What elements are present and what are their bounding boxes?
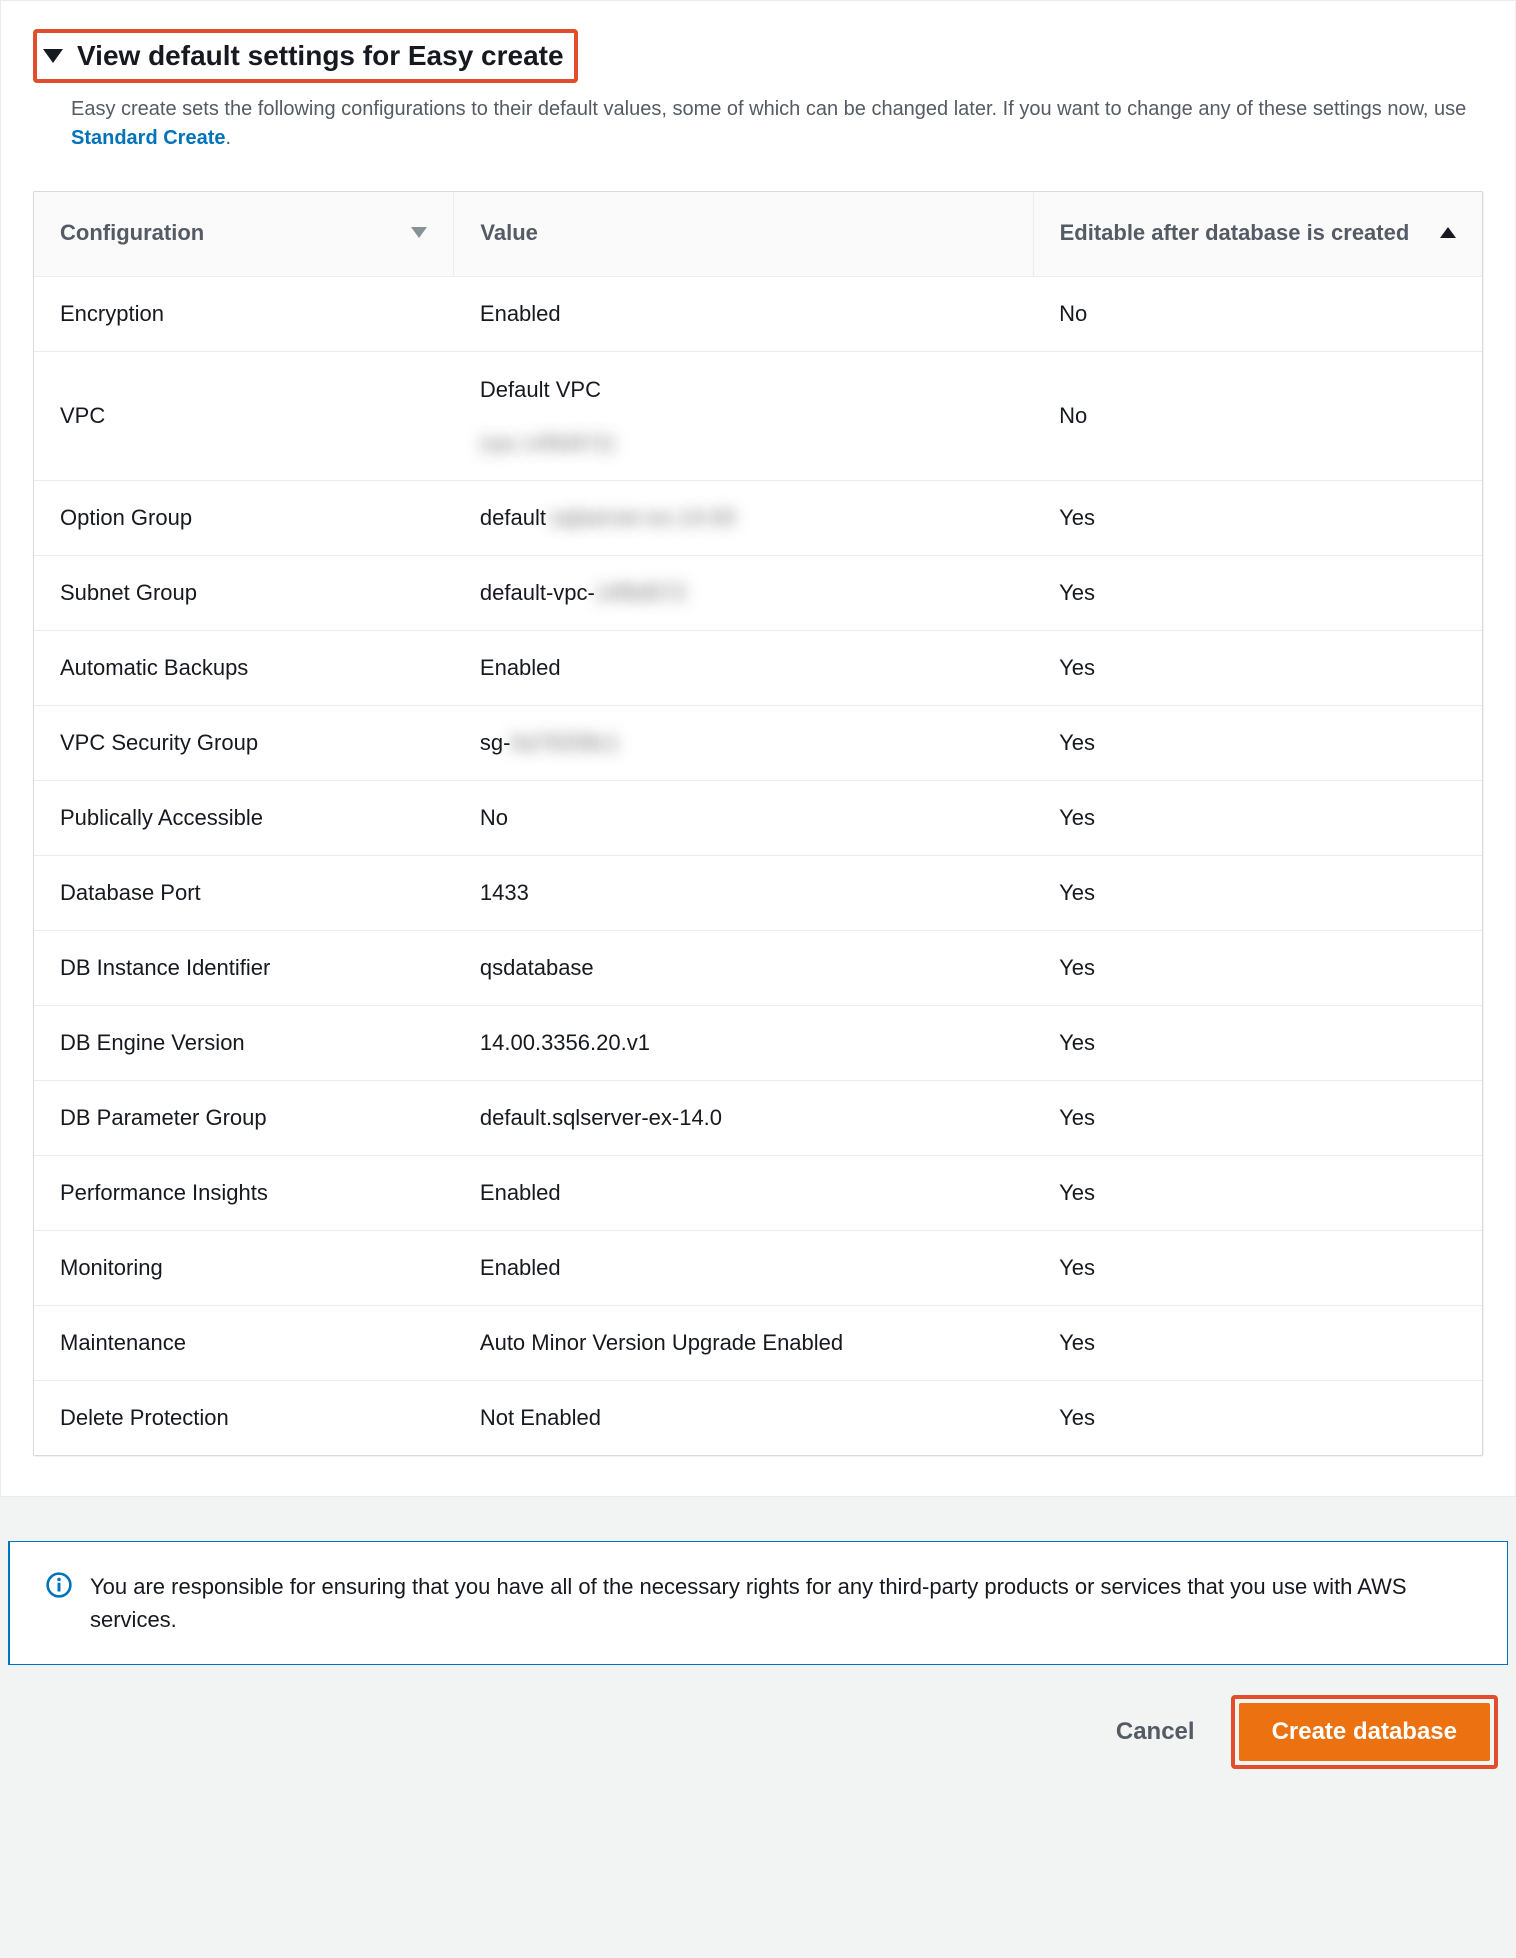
editable-cell: Yes (1033, 1381, 1482, 1456)
editable-cell: Yes (1033, 1081, 1482, 1156)
value-text: default-vpc- (480, 580, 595, 605)
expander-description: Easy create sets the following configura… (1, 91, 1515, 171)
editable-cell: Yes (1033, 1231, 1482, 1306)
table-row: VPC Default VPC (vpc-14f6d572) No (34, 351, 1482, 481)
table-row: EncryptionEnabledNo (34, 276, 1482, 351)
subtext-prefix: Easy create sets the following configura… (71, 98, 1466, 120)
table-row: Delete ProtectionNot EnabledYes (34, 1381, 1482, 1456)
config-cell: DB Instance Identifier (34, 931, 454, 1006)
table-row: MonitoringEnabledYes (34, 1231, 1482, 1306)
expander-toggle[interactable]: View default settings for Easy create (33, 29, 1483, 83)
caret-down-icon (43, 49, 63, 63)
col-header-editable[interactable]: Editable after database is created (1033, 192, 1482, 277)
config-cell: Automatic Backups (34, 631, 454, 706)
easy-create-settings-panel: View default settings for Easy create Ea… (0, 0, 1516, 1497)
value-cell: No (454, 781, 1033, 856)
subtext-suffix: . (226, 127, 232, 149)
value-cell: Enabled (454, 631, 1033, 706)
value-cell: Default VPC (vpc-14f6d572) (454, 351, 1033, 481)
value-cell: Auto Minor Version Upgrade Enabled (454, 1306, 1033, 1381)
col-header-value-label: Value (480, 220, 537, 246)
table-row: VPC Security Groupsg-0a79208c1Yes (34, 706, 1482, 781)
settings-table: Configuration Value Editable after data (34, 192, 1482, 1456)
config-cell: Delete Protection (34, 1381, 454, 1456)
editable-cell: Yes (1033, 781, 1482, 856)
value-cell: default-vpc-14f6d572 (454, 556, 1033, 631)
footer-actions: Cancel Create database (0, 1665, 1516, 1799)
table-row: DB Engine Version14.00.3356.20.v1Yes (34, 1006, 1482, 1081)
config-cell: Database Port (34, 856, 454, 931)
value-cell: 1433 (454, 856, 1033, 931)
config-cell: VPC (34, 351, 454, 481)
editable-cell: Yes (1033, 556, 1482, 631)
col-header-configuration-label: Configuration (60, 220, 204, 246)
table-row: Publically AccessibleNoYes (34, 781, 1482, 856)
value-text: Default VPC (480, 376, 1007, 405)
config-cell: Maintenance (34, 1306, 454, 1381)
config-cell: Publically Accessible (34, 781, 454, 856)
col-header-editable-label: Editable after database is created (1060, 220, 1410, 246)
value-cell: Enabled (454, 1156, 1033, 1231)
editable-cell: No (1033, 351, 1482, 481)
settings-table-card: Configuration Value Editable after data (33, 191, 1483, 1457)
responsibility-info-box: You are responsible for ensuring that yo… (8, 1541, 1508, 1665)
value-cell: default.sqlserver-ex-14.0 (454, 1081, 1033, 1156)
config-cell: Performance Insights (34, 1156, 454, 1231)
editable-cell: Yes (1033, 1156, 1482, 1231)
editable-cell: Yes (1033, 481, 1482, 556)
col-header-value[interactable]: Value (454, 192, 1033, 277)
value-cell: Not Enabled (454, 1381, 1033, 1456)
value-cell: Enabled (454, 276, 1033, 351)
config-cell: VPC Security Group (34, 706, 454, 781)
info-text: You are responsible for ensuring that yo… (90, 1570, 1475, 1636)
info-icon (46, 1572, 72, 1598)
table-row: Subnet Groupdefault-vpc-14f6d572Yes (34, 556, 1482, 631)
editable-cell: Yes (1033, 1006, 1482, 1081)
value-cell: qsdatabase (454, 931, 1033, 1006)
config-cell: Encryption (34, 276, 454, 351)
value-text: default (480, 505, 546, 530)
table-row: Performance InsightsEnabledYes (34, 1156, 1482, 1231)
table-row: Option Groupdefault:sqlserver-ex-14-00Ye… (34, 481, 1482, 556)
editable-cell: No (1033, 276, 1482, 351)
value-sub-text: 0a79208c1 (510, 730, 619, 755)
editable-cell: Yes (1033, 706, 1482, 781)
highlight-annotation: Create database (1231, 1695, 1498, 1769)
standard-create-link[interactable]: Standard Create (71, 127, 226, 149)
value-cell: sg-0a79208c1 (454, 706, 1033, 781)
highlight-annotation: View default settings for Easy create (33, 29, 578, 83)
expander-title: View default settings for Easy create (77, 39, 564, 73)
editable-cell: Yes (1033, 1306, 1482, 1381)
editable-cell: Yes (1033, 631, 1482, 706)
config-cell: Subnet Group (34, 556, 454, 631)
config-cell: DB Engine Version (34, 1006, 454, 1081)
col-header-configuration[interactable]: Configuration (34, 192, 454, 277)
table-row: DB Instance IdentifierqsdatabaseYes (34, 931, 1482, 1006)
value-cell: 14.00.3356.20.v1 (454, 1006, 1033, 1081)
config-cell: Option Group (34, 481, 454, 556)
value-cell: Enabled (454, 1231, 1033, 1306)
table-row: Database Port1433Yes (34, 856, 1482, 931)
value-sub-text: :sqlserver-ex-14-00 (546, 505, 736, 530)
table-row: MaintenanceAuto Minor Version Upgrade En… (34, 1306, 1482, 1381)
config-cell: DB Parameter Group (34, 1081, 454, 1156)
table-row: Automatic BackupsEnabledYes (34, 631, 1482, 706)
config-cell: Monitoring (34, 1231, 454, 1306)
create-database-button[interactable]: Create database (1239, 1703, 1490, 1761)
value-text: sg- (480, 730, 511, 755)
table-row: DB Parameter Groupdefault.sqlserver-ex-1… (34, 1081, 1482, 1156)
value-sub-text: 14f6d572 (595, 580, 687, 605)
value-sub-text: (vpc-14f6d572) (480, 433, 615, 456)
value-cell: default:sqlserver-ex-14-00 (454, 481, 1033, 556)
editable-cell: Yes (1033, 856, 1482, 931)
sort-up-icon (1440, 227, 1456, 238)
sort-down-icon (411, 227, 427, 238)
editable-cell: Yes (1033, 931, 1482, 1006)
cancel-button[interactable]: Cancel (1106, 1706, 1205, 1758)
